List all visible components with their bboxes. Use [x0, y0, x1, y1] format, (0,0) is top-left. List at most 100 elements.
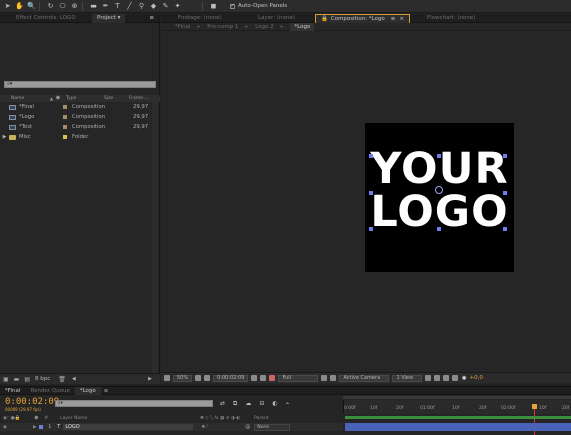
project-item[interactable]: ▶ Misc Folder — [0, 132, 160, 142]
tab-composition[interactable]: 🔒 Composition: *Logo ≡ × — [315, 13, 410, 23]
column-frame-rate[interactable]: Frame ... — [129, 96, 149, 101]
close-tab-icon[interactable]: × — [399, 16, 404, 22]
tab-layer[interactable]: Layer: (none) — [253, 14, 315, 23]
view-layout-dropdown[interactable]: 1 View — [392, 374, 423, 382]
composition-canvas[interactable]: YOUR LOGO — [365, 123, 514, 272]
label-swatch[interactable] — [63, 105, 67, 109]
toggle-pixel-aspect-icon[interactable] — [425, 375, 432, 381]
layer-duration-bar[interactable] — [345, 423, 571, 431]
snapshot-icon[interactable] — [251, 375, 258, 381]
label-swatch[interactable] — [63, 115, 67, 119]
parent-pickwhip-icon[interactable]: @ — [245, 424, 250, 430]
tab-render-queue[interactable]: Render Queue — [25, 387, 74, 395]
scroll-right-icon[interactable]: ▶ — [148, 376, 152, 382]
visibility-icon[interactable]: ◉ — [3, 425, 7, 430]
transform-handle[interactable] — [369, 191, 373, 195]
transform-handle[interactable] — [369, 154, 373, 158]
parent-column[interactable]: Parent — [254, 416, 268, 421]
column-type[interactable]: Type — [66, 96, 104, 101]
exposure-icon[interactable]: ✺ — [461, 375, 466, 382]
flowchart-icon[interactable] — [452, 375, 459, 381]
transform-handle[interactable] — [437, 227, 441, 231]
close-tab-icon[interactable]: ≡ — [104, 388, 109, 394]
timeline-icon[interactable] — [443, 375, 450, 381]
timeline-search-input[interactable]: ⌕▾ — [55, 400, 213, 407]
exposure-value[interactable]: +0,0 — [469, 375, 482, 381]
layer-switches[interactable]: ✱ ⁄ — [201, 425, 207, 430]
clone-stamp-tool-icon[interactable]: ⚲ — [137, 2, 146, 11]
tab-flowchart[interactable]: Flowchart: (none) — [422, 14, 480, 23]
tab-final[interactable]: *Final — [0, 387, 25, 395]
transform-handle[interactable] — [503, 191, 507, 195]
frame-blending-icon[interactable]: ⊟ — [259, 400, 264, 407]
label-column-icon[interactable]: ⬟ — [56, 96, 66, 101]
breadcrumb-item[interactable]: Logo 2 — [255, 24, 273, 30]
pen-tool-icon[interactable]: ✒ — [101, 2, 110, 11]
interpret-footage-icon[interactable]: ▣ — [3, 376, 9, 383]
magnification-dropdown[interactable]: 50% — [173, 374, 193, 382]
auto-open-panels-checkbox[interactable]: ✓ Auto-Open Panels — [230, 3, 287, 9]
tab-logo[interactable]: *Logo — [74, 386, 101, 395]
anchor-point-icon[interactable] — [435, 186, 443, 194]
new-folder-icon[interactable]: ▬ — [14, 376, 20, 383]
new-composition-icon[interactable]: ▤ — [24, 376, 30, 383]
expand-arrow-icon[interactable]: ▶ — [0, 134, 9, 140]
show-snapshot-icon[interactable] — [260, 375, 267, 381]
project-item[interactable]: *Test Composition 29,97 — [0, 122, 160, 132]
tab-effect-controls[interactable]: Effect Controls: LOGO — [0, 14, 92, 23]
zoom-tool-icon[interactable]: 🔍 — [27, 2, 36, 11]
selection-tool-icon[interactable]: ➤ — [3, 2, 12, 11]
project-scrollbar[interactable] — [152, 102, 158, 377]
camera-tool-icon[interactable]: ⎔ — [58, 2, 67, 11]
transparency-grid-icon[interactable] — [330, 375, 337, 381]
hand-tool-icon[interactable]: ✋ — [15, 2, 24, 11]
project-item[interactable]: *Logo Composition 29,97 — [0, 112, 160, 122]
tab-project[interactable]: Project ▾ — [92, 13, 126, 23]
layer-label-swatch[interactable] — [39, 425, 44, 429]
bit-depth-label[interactable]: 8 bpc — [35, 376, 50, 382]
label-swatch[interactable] — [63, 125, 67, 129]
always-preview-icon[interactable] — [164, 375, 170, 381]
tab-footage[interactable]: Footage: (none) — [173, 14, 253, 23]
current-time-display[interactable]: 0:00:02:09 — [213, 374, 249, 382]
snapping-icon[interactable]: ◼ — [209, 2, 218, 11]
text-tool-icon[interactable]: T — [113, 2, 122, 11]
brush-tool-icon[interactable]: ╱ — [125, 2, 134, 11]
fit-icon[interactable] — [195, 375, 202, 381]
pan-behind-tool-icon[interactable]: ⊕ — [70, 2, 79, 11]
puppet-tool-icon[interactable]: ✦ — [173, 2, 182, 11]
column-size[interactable]: Size — [104, 96, 129, 101]
expand-arrow-icon[interactable]: ▶ — [33, 425, 36, 430]
menu-icon[interactable]: ≡ — [391, 16, 396, 22]
label-swatch[interactable] — [63, 135, 67, 139]
shy-layers-icon[interactable]: ☁ — [245, 400, 251, 407]
eraser-tool-icon[interactable]: ◆ — [149, 2, 158, 11]
lock-icon[interactable]: 🔒 — [321, 16, 328, 22]
resolution-dropdown[interactable]: Full — [278, 374, 319, 382]
scroll-left-icon[interactable]: ◀ — [72, 376, 76, 382]
layer-name[interactable]: LOGO — [63, 424, 194, 430]
camera-dropdown[interactable]: Active Camera — [339, 374, 390, 382]
layer-name-column[interactable]: Layer Name — [60, 416, 200, 421]
transform-handle[interactable] — [369, 227, 373, 231]
column-name[interactable]: Name — [11, 96, 50, 101]
transform-handle[interactable] — [503, 154, 507, 158]
work-area-bar[interactable] — [343, 396, 571, 399]
graph-editor-icon[interactable]: ⌁ — [286, 400, 290, 407]
trash-icon[interactable]: 🗑 — [58, 376, 66, 383]
grid-icon[interactable] — [204, 375, 211, 381]
rotate-tool-icon[interactable]: ↻ — [46, 2, 55, 11]
roto-brush-tool-icon[interactable]: ✎ — [161, 2, 170, 11]
search-input[interactable]: ⌕▾ — [4, 81, 156, 88]
rectangle-tool-icon[interactable]: ▬ — [89, 2, 98, 11]
comp-mini-flowchart-icon[interactable]: ⇄ — [220, 400, 225, 407]
breadcrumb-item[interactable]: Pre-comp 1 — [207, 24, 238, 30]
parent-dropdown[interactable]: None — [254, 423, 291, 431]
transform-handle[interactable] — [437, 154, 441, 158]
channel-icon[interactable] — [269, 375, 276, 381]
panel-menu-icon[interactable]: ≡ — [144, 14, 159, 23]
breadcrumb-item[interactable]: *Final — [175, 24, 190, 30]
project-item[interactable]: *Final Composition 29,97 ⁂ — [0, 102, 160, 112]
breadcrumb-item-current[interactable]: *Logo — [290, 22, 315, 31]
motion-blur-icon[interactable]: ◐ — [272, 400, 277, 407]
